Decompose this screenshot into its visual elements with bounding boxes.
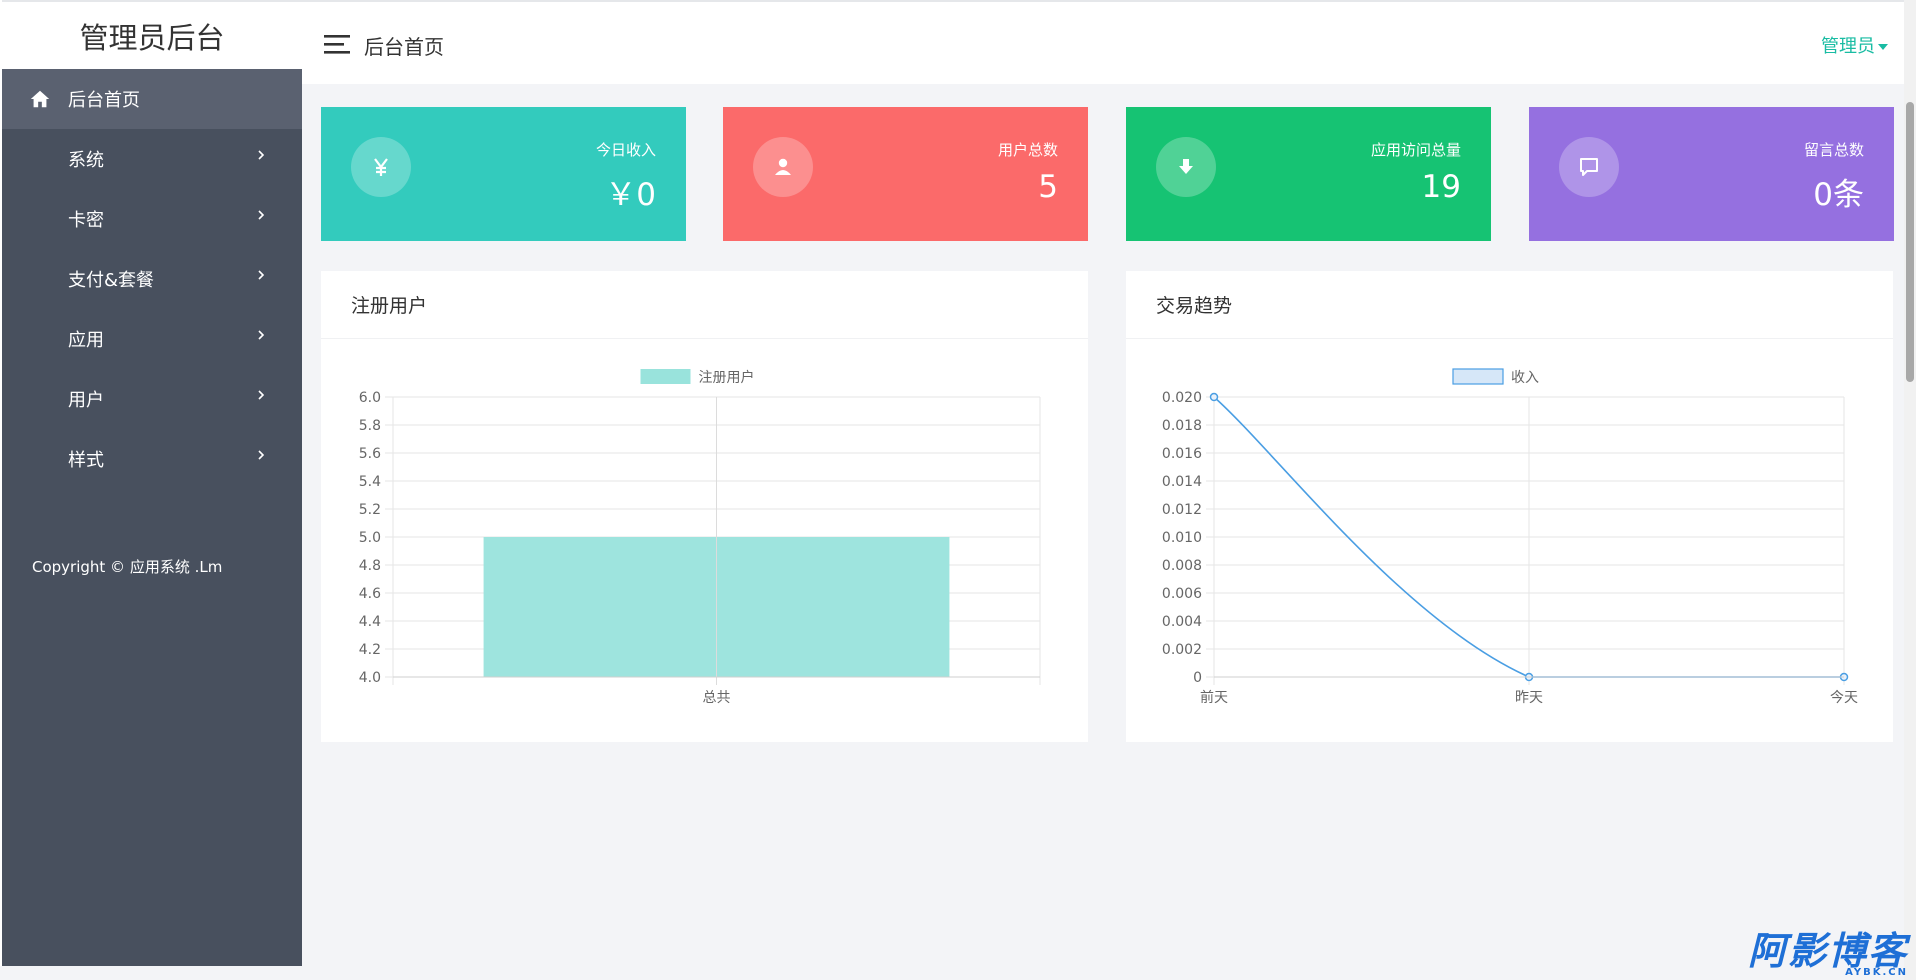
scrollbar-thumb[interactable] [1906, 102, 1914, 382]
stat-card-users: 用户总数 5 [723, 107, 1088, 241]
y-tick-label: 4.8 [359, 558, 381, 574]
stat-label: 今日收入 [595, 141, 656, 159]
y-tick-label: 6.0 [359, 390, 381, 406]
chevron-right-icon [258, 270, 265, 280]
top-bar: 后台首页 管理员 [302, 0, 1916, 84]
chevron-right-icon [258, 210, 265, 220]
y-tick-label: 5.6 [359, 446, 381, 462]
y-tick-label: 4.2 [359, 642, 381, 658]
sidebar-item-label: 系统 [68, 150, 104, 171]
sidebar-item-label: 样式 [68, 450, 104, 471]
trade-trend-chart: 收入 0.020 0.018 0.016 0.014 0.012 0.010 0.008 0.0… [1162, 368, 1858, 706]
y-tick-label: 0.002 [1162, 642, 1202, 658]
stat-value: 5 [1038, 169, 1058, 205]
chart-legend: 收入 [1452, 368, 1539, 386]
watermark-subtext: AYBK.CN [1845, 967, 1908, 978]
chevron-right-icon [258, 150, 265, 160]
stat-card-visits: 应用访问总量 19 [1126, 107, 1491, 241]
caret-down-icon [1878, 43, 1888, 50]
x-tick-label: 今天 [1830, 690, 1858, 706]
home-icon [30, 90, 50, 108]
legend-label: 注册用户 [699, 369, 755, 386]
copyright-text: Copyright © 应用系统 .Lm [32, 558, 223, 576]
sidebar-item-label: 卡密 [68, 210, 104, 231]
data-point [1209, 392, 1219, 402]
y-tick-label: 0.016 [1162, 446, 1202, 462]
stat-label: 应用访问总量 [1370, 141, 1461, 159]
page-scrollbar[interactable] [1904, 0, 1916, 980]
stat-value: 0条 [1813, 177, 1864, 213]
stat-label: 留言总数 [1803, 141, 1864, 159]
menu-toggle-icon[interactable] [324, 33, 350, 55]
watermark: 阿影博客 AYBK.CN [1748, 931, 1908, 978]
sidebar-item-label: 支付&套餐 [68, 270, 155, 291]
x-tick-label: 前天 [1200, 689, 1228, 706]
trade-trend-panel: 交易趋势 收入 0.020 0.018 0.016 0.014 0.012 0.010 0.0… [1126, 271, 1893, 742]
panel-title: 注册用户 [321, 271, 1088, 339]
registered-users-panel: 注册用户 注册用户 6.0 5.8 5.6 5.4 5.2 5.0 4.8 4.6 4.4 4.2 4… [321, 271, 1088, 742]
y-tick-label: 4.0 [359, 670, 381, 686]
stat-value: 19 [1421, 169, 1461, 205]
sidebar-item-apps[interactable]: 应用 [2, 309, 302, 369]
y-tick-label: 0.004 [1162, 614, 1202, 630]
y-tick-label: 5.4 [359, 474, 381, 490]
message-icon [1559, 137, 1619, 197]
sidebar-item-home[interactable]: 后台首页 [2, 69, 302, 129]
legend-label: 收入 [1511, 370, 1539, 386]
admin-user-label: 管理员 [1821, 36, 1875, 57]
y-tick-label: 5.8 [359, 418, 381, 434]
y-tick-label: 0.012 [1162, 502, 1202, 518]
watermark-text: 阿影博客 [1747, 929, 1908, 973]
y-tick-label: 0 [1193, 670, 1202, 686]
sidebar-item-label: 用户 [68, 390, 104, 411]
y-tick-label: 0.020 [1162, 390, 1202, 406]
y-tick-label: 5.2 [359, 502, 381, 518]
chart-legend: 注册用户 [640, 369, 755, 386]
chevron-right-icon [258, 450, 265, 460]
sidebar-item-styles[interactable]: 样式 [2, 429, 302, 489]
sidebar-item-system[interactable]: 系统 [2, 129, 302, 189]
x-tick-label: 昨天 [1515, 690, 1543, 706]
registered-users-chart: 注册用户 6.0 5.8 5.6 5.4 5.2 5.0 4.8 4.6 4.4 4.2 4.0 总共 [359, 369, 1041, 706]
download-icon [1156, 137, 1216, 197]
yen-icon [351, 137, 411, 197]
sidebar-item-users[interactable]: 用户 [2, 369, 302, 429]
legend-swatch [1452, 368, 1504, 385]
chevron-right-icon [258, 330, 265, 340]
page-title: 后台首页 [364, 35, 444, 59]
y-tick-label: 0.006 [1162, 586, 1202, 602]
stat-label: 用户总数 [997, 141, 1058, 159]
user-icon [753, 137, 813, 197]
sidebar-item-label: 后台首页 [68, 90, 140, 111]
y-tick-label: 5.0 [359, 530, 381, 546]
y-tick-label: 0.010 [1162, 530, 1202, 546]
admin-user-menu[interactable]: 管理员 [1821, 32, 1888, 58]
y-tick-label: 4.4 [359, 614, 381, 630]
sidebar: 管理员后台 后台首页 系统 卡密 支付&套餐 应用 用户 样式 Copyrigh… [0, 0, 302, 966]
panel-title: 交易趋势 [1126, 271, 1893, 339]
sidebar-item-payment[interactable]: 支付&套餐 [2, 249, 302, 309]
chevron-right-icon [258, 390, 265, 400]
y-tick-label: 0.008 [1162, 558, 1202, 574]
y-tick-label: 4.6 [359, 586, 381, 602]
y-tick-label: 0.014 [1162, 474, 1202, 490]
stat-value: ￥0 [605, 177, 656, 213]
brand-title: 管理员后台 [2, 0, 302, 69]
sidebar-item-label: 应用 [68, 330, 104, 351]
stat-card-messages: 留言总数 0条 [1529, 107, 1894, 241]
x-tick-label: 总共 [703, 690, 731, 706]
legend-swatch [640, 369, 691, 384]
y-tick-label: 0.018 [1162, 418, 1202, 434]
sidebar-item-cards[interactable]: 卡密 [2, 189, 302, 249]
stat-card-income: 今日收入 ￥0 [321, 107, 686, 241]
